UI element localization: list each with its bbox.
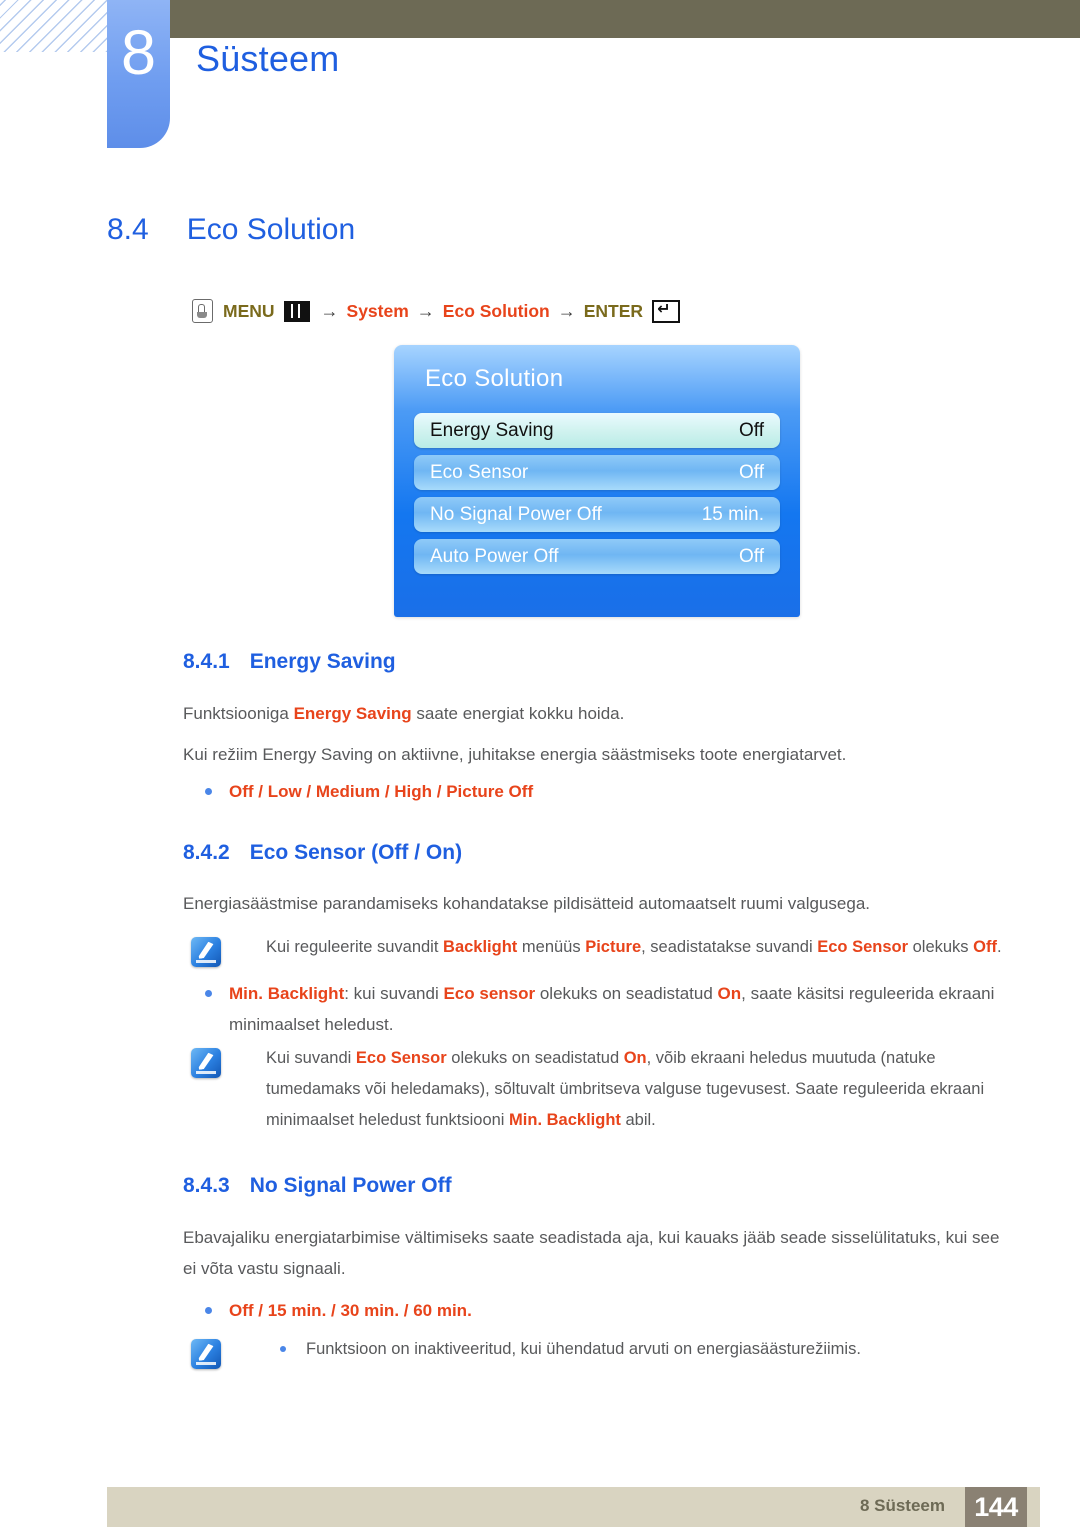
term-off: Off — [973, 938, 997, 956]
page-title: 8.4 Eco Solution — [107, 213, 355, 247]
arrow-icon-3: → — [557, 300, 576, 321]
enter-label: ENTER — [583, 300, 644, 321]
term-eco-sensor: Eco Sensor — [355, 1049, 447, 1067]
term-eco-sensor: Eco Sensor — [817, 938, 909, 956]
term-energy-saving: Energy Saving — [293, 704, 412, 723]
list-item-min-backlight: Min. Backlight: kui suvandi Eco sensor o… — [183, 978, 1003, 1040]
section-title: Eco Solution — [186, 213, 356, 246]
paragraph-eco-sensor-1: Energiasäästmise parandamiseks kohandata… — [183, 894, 870, 913]
term-on: On — [623, 1049, 647, 1067]
heading-text: No Signal Power Off — [249, 1174, 452, 1197]
breadcrumb: MENU → System → Eco Solution → ENTER — [192, 299, 681, 323]
term-min-backlight: Min. Backlight — [509, 1111, 621, 1129]
osd-row-label: Auto Power Off — [430, 545, 559, 567]
heading-text: Eco Sensor (Off / On) — [249, 841, 463, 864]
note-pen-icon — [191, 1048, 221, 1078]
note-eco-sensor-brightness: Kui suvandi Eco Sensor olekuks on seadis… — [183, 1043, 1023, 1136]
text-run: , seadistatakse suvandi — [641, 938, 818, 956]
text-run: saate energiat kokku hoida. — [411, 704, 625, 723]
list-item-energy-saving-options: Off / Low / Medium / High / Picture Off — [183, 776, 1003, 807]
heading-8-4-1: 8.4.1 Energy Saving — [183, 650, 396, 674]
note-text: Funktsioon on inaktiveeritud, kui ühenda… — [266, 1334, 1003, 1365]
footer-label: 8 Süsteem — [859, 1496, 945, 1515]
menu-label: MENU — [223, 300, 275, 321]
osd-row-value: Off — [739, 461, 764, 483]
paragraph-energy-saving-2: Kui režiim Energy Saving on aktiivne, ju… — [183, 745, 847, 764]
paragraph-no-signal-power-off: Ebavajaliku energiatarbimise vältimiseks… — [183, 1228, 1000, 1278]
arrow-icon-2: → — [416, 300, 435, 321]
term-backlight: Backlight — [443, 938, 518, 956]
osd-row-no-signal-power-off[interactable]: No Signal Power Off 15 min. — [414, 497, 780, 532]
heading-number: 8.4.3 — [183, 1174, 230, 1197]
osd-row-energy-saving[interactable]: Energy Saving Off — [414, 413, 780, 448]
note-no-signal-power-off: Funktsioon on inaktiveeritud, kui ühenda… — [183, 1334, 1003, 1369]
term-on: On — [717, 984, 742, 1003]
enter-key-icon — [652, 299, 681, 323]
osd-panel: Eco Solution Energy Saving Off Eco Senso… — [394, 345, 800, 617]
heading-8-4-3: 8.4.3 No Signal Power Off — [183, 1174, 452, 1198]
section-number: 8.4 — [107, 213, 149, 246]
page-footer: 8 Süsteem 144 — [107, 1487, 1040, 1527]
osd-row-label: Energy Saving — [430, 419, 554, 441]
breadcrumb-step-eco-solution: Eco Solution — [442, 300, 550, 321]
heading-number: 8.4.2 — [183, 841, 230, 864]
note-pen-icon — [191, 937, 221, 967]
osd-row-value: 15 min. — [701, 503, 764, 525]
note-eco-sensor-backlight: Kui reguleerite suvandit Backlight menüü… — [183, 932, 1003, 967]
note-pen-icon — [191, 1339, 221, 1369]
paragraph-energy-saving-1: Funktsiooniga Energy Saving saate energi… — [183, 698, 1003, 729]
osd-row-label: No Signal Power Off — [430, 503, 602, 525]
heading-text: Energy Saving — [249, 650, 396, 673]
heading-number: 8.4.1 — [183, 650, 230, 673]
header-bar — [170, 0, 1080, 38]
hand-press-icon — [192, 299, 213, 323]
osd-row-value: Off — [739, 419, 764, 441]
osd-row-value: Off — [739, 545, 764, 567]
text-run: Funktsiooniga — [183, 704, 294, 723]
text-run: olekuks — [908, 938, 974, 956]
menu-bars-icon — [283, 300, 310, 322]
chapter-tab: 8 — [107, 0, 170, 148]
osd-title: Eco Solution — [425, 365, 564, 392]
text-run: Kui suvandi — [266, 1049, 356, 1067]
text-run: . — [996, 938, 1002, 956]
text-run: abil. — [620, 1111, 656, 1129]
page-number-box: 144 — [965, 1487, 1027, 1527]
term-picture: Picture — [585, 938, 642, 956]
text-run: : kui suvandi — [344, 984, 444, 1003]
arrow-icon-1: → — [320, 300, 339, 321]
term-min-backlight: Min. Backlight — [229, 984, 345, 1003]
osd-row-auto-power-off[interactable]: Auto Power Off Off — [414, 539, 780, 574]
term-eco-sensor: Eco sensor — [443, 984, 536, 1003]
text-run: olekuks on seadistatud — [535, 984, 718, 1003]
text-run: Kui reguleerite suvandit — [266, 938, 444, 956]
osd-row-label: Eco Sensor — [430, 461, 529, 483]
breadcrumb-step-system: System — [346, 300, 409, 321]
chapter-title: Süsteem — [196, 38, 340, 79]
list-item-no-signal-options: Off / 15 min. / 30 min. / 60 min. — [183, 1295, 1003, 1326]
text-run: menüüs — [517, 938, 586, 956]
text-run: olekuks on seadistatud — [446, 1049, 624, 1067]
hatch-decoration — [0, 0, 107, 52]
osd-row-eco-sensor[interactable]: Eco Sensor Off — [414, 455, 780, 490]
chapter-number: 8 — [120, 18, 157, 88]
heading-8-4-2: 8.4.2 Eco Sensor (Off / On) — [183, 841, 462, 865]
page-number: 144 — [974, 1491, 1018, 1522]
